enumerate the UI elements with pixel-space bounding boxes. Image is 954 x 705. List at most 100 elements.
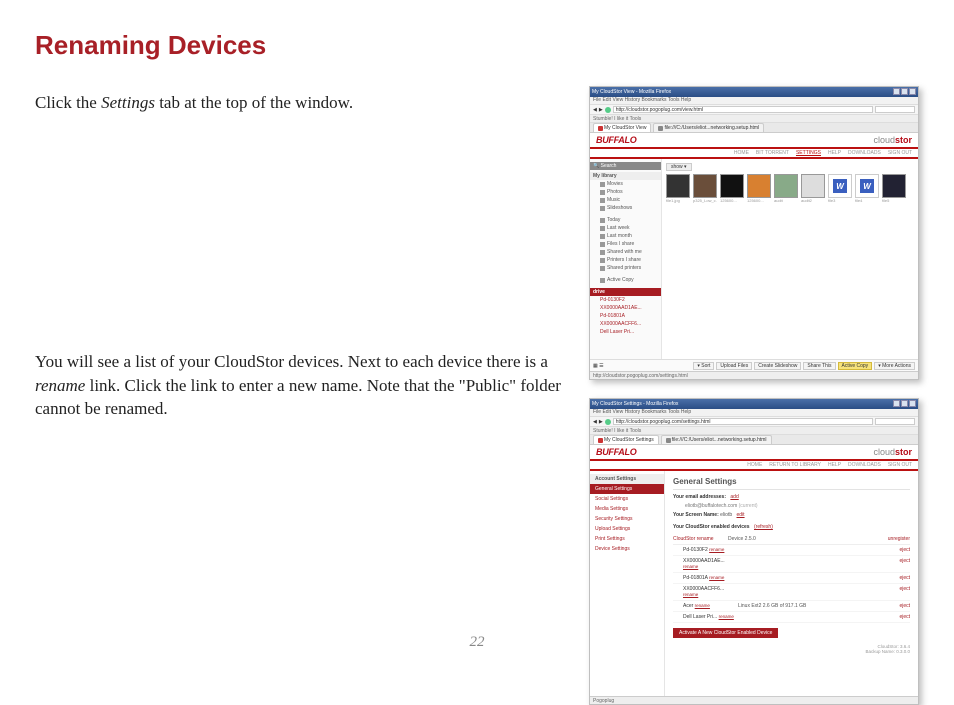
forward-icon[interactable]: ▶ [599, 419, 603, 425]
reload-icon[interactable] [605, 419, 611, 425]
nav-return-to-library[interactable]: RETURN TO LIBRARY [769, 462, 821, 468]
nav-downloads[interactable]: DOWNLOADS [848, 150, 881, 156]
thumbnail[interactable] [801, 174, 825, 198]
reload-icon[interactable] [605, 107, 611, 113]
active-copy-button[interactable]: Active Copy [838, 362, 873, 370]
window-controls[interactable] [892, 88, 916, 97]
thumbnail[interactable] [774, 174, 798, 198]
sidebar-item-music[interactable]: Music [590, 196, 661, 204]
nav-help[interactable]: HELP [828, 462, 841, 468]
sidebar-item-movies[interactable]: Movies [590, 180, 661, 188]
sidebar-item-security-settings[interactable]: Security Settings [590, 514, 664, 524]
rename-link[interactable]: rename [683, 564, 698, 569]
browser-menubar[interactable]: File Edit View History Bookmarks Tools H… [590, 97, 918, 105]
forward-icon[interactable]: ▶ [599, 107, 603, 113]
more-actions-button[interactable]: ▾ More Actions [874, 362, 915, 370]
thumbnail[interactable] [693, 174, 717, 198]
nav-downloads[interactable]: DOWNLOADS [848, 462, 881, 468]
share-this-button[interactable]: Share This [803, 362, 835, 370]
sidebar-item-general-settings[interactable]: General Settings [590, 484, 664, 494]
nav-help[interactable]: HELP [828, 150, 841, 156]
browser-addressbar[interactable]: ◀ ▶ http://cloudstor.pogoplug.com/settin… [590, 417, 918, 427]
sidebar-item-today[interactable]: Today [590, 216, 661, 224]
sidebar-item-device-settings[interactable]: Device Settings [590, 544, 664, 554]
tab-cloudstor-settings[interactable]: My CloudStor Settings [593, 435, 659, 444]
sidebar-device[interactable]: XX0000AAD1AE... [590, 304, 661, 312]
thumbnail-word-doc[interactable]: W [855, 174, 879, 198]
thumbnail[interactable] [882, 174, 906, 198]
thumbnail-word-doc[interactable]: W [828, 174, 852, 198]
sidebar-item-printersishare[interactable]: Printers I share [590, 256, 661, 264]
screen-name-label: Your Screen Name: [673, 512, 719, 518]
sidebar-item-media-settings[interactable]: Media Settings [590, 504, 664, 514]
back-icon[interactable]: ◀ [593, 419, 597, 425]
nav-signout[interactable]: SIGN OUT [888, 462, 912, 468]
sidebar-item-slideshows[interactable]: Slideshows [590, 204, 661, 212]
add-email-link[interactable]: add [730, 494, 738, 500]
sidebar-device[interactable]: Pd-0130F2 [590, 296, 661, 304]
refresh-devices-link[interactable]: (refresh) [754, 524, 773, 530]
nav-bittorrent[interactable]: BIT TORRENT [756, 150, 789, 156]
rename-link[interactable]: rename [697, 536, 714, 542]
nav-home[interactable]: HOME [747, 462, 762, 468]
sidebar-device[interactable]: Dell Laser Pri... [590, 328, 661, 336]
rename-link[interactable]: rename [719, 614, 734, 619]
sidebar-item-filesishare[interactable]: Files I share [590, 240, 661, 248]
back-icon[interactable]: ◀ [593, 107, 597, 113]
unregister-link[interactable]: unregister [808, 536, 910, 542]
nav-home[interactable]: HOME [734, 150, 749, 156]
browser-tabs[interactable]: My CloudStor View file:///C:/Users/eliot… [590, 123, 918, 133]
rename-link[interactable]: rename [709, 575, 724, 580]
sidebar-item-photos[interactable]: Photos [590, 188, 661, 196]
browser-tabs[interactable]: My CloudStor Settings file:///C:/Users/e… [590, 435, 918, 445]
sort-button[interactable]: ▾ Sort [693, 362, 714, 370]
sidebar-item-upload-settings[interactable]: Upload Settings [590, 524, 664, 534]
sidebar-item-lastweek[interactable]: Last week [590, 224, 661, 232]
upload-files-button[interactable]: Upload Files [716, 362, 752, 370]
thumbnail[interactable] [720, 174, 744, 198]
search-box[interactable]: 🔍 Search [590, 162, 661, 170]
sidebar-heading-library: My library [590, 172, 661, 180]
sidebar-item-sharedprinters[interactable]: Shared printers [590, 264, 661, 272]
calendar-icon [600, 234, 605, 239]
tab-cloudstor-view[interactable]: My CloudStor View [593, 123, 651, 132]
search-box[interactable] [875, 106, 915, 113]
eject-link[interactable]: eject [899, 558, 910, 570]
sidebar-item-sharedwithme[interactable]: Shared with me [590, 248, 661, 256]
eject-link[interactable]: eject [899, 547, 910, 553]
p1-part-c: tab at the top of the window. [155, 93, 353, 112]
view-mode-icons[interactable]: ▦ ☰ [593, 363, 604, 369]
eject-link[interactable]: eject [899, 586, 910, 598]
url-field[interactable]: http://cloudstor.pogoplug.com/settings.h… [613, 418, 873, 425]
tab-local-file[interactable]: file:///C:/Users/eliot...networking.setu… [653, 123, 764, 132]
nav-signout[interactable]: SIGN OUT [888, 150, 912, 156]
sidebar-item-activecopy[interactable]: Active Copy [590, 276, 661, 284]
eject-link[interactable]: eject [899, 603, 910, 609]
tab-local-file[interactable]: file:///C:/Users/eliot...networking.setu… [661, 435, 772, 444]
window-title-text: My CloudStor Settings - Mozilla Firefox [592, 401, 678, 407]
rename-link[interactable]: rename [695, 603, 710, 608]
eject-link[interactable]: eject [899, 575, 910, 581]
search-box[interactable] [875, 418, 915, 425]
browser-menubar[interactable]: File Edit View History Bookmarks Tools H… [590, 409, 918, 417]
edit-screen-name-link[interactable]: edit [737, 512, 745, 518]
p2-part-c: link. Click the link to enter a new name… [35, 376, 561, 419]
show-dropdown[interactable]: show ▾ [666, 163, 692, 171]
eject-link[interactable]: eject [899, 614, 910, 620]
sidebar-device[interactable]: XX0000AACFF6... [590, 320, 661, 328]
browser-toolbar[interactable]: Stumble! I like it Tools [590, 115, 918, 123]
thumbnail[interactable] [747, 174, 771, 198]
sidebar-item-social-settings[interactable]: Social Settings [590, 494, 664, 504]
url-field[interactable]: http://cloudstor.pogoplug.com/view.html [613, 106, 873, 113]
browser-toolbar[interactable]: Stumble! I like it Tools [590, 427, 918, 435]
nav-settings[interactable]: SETTINGS [796, 150, 821, 156]
window-controls[interactable] [892, 400, 916, 409]
create-slideshow-button[interactable]: Create Slideshow [754, 362, 801, 370]
rename-link[interactable]: rename [683, 592, 698, 597]
sidebar-item-print-settings[interactable]: Print Settings [590, 534, 664, 544]
thumbnail[interactable] [666, 174, 690, 198]
browser-addressbar[interactable]: ◀ ▶ http://cloudstor.pogoplug.com/view.h… [590, 105, 918, 115]
rename-link[interactable]: rename [709, 547, 724, 552]
sidebar-device[interactable]: Pd-01801A [590, 312, 661, 320]
sidebar-item-lastmonth[interactable]: Last month [590, 232, 661, 240]
